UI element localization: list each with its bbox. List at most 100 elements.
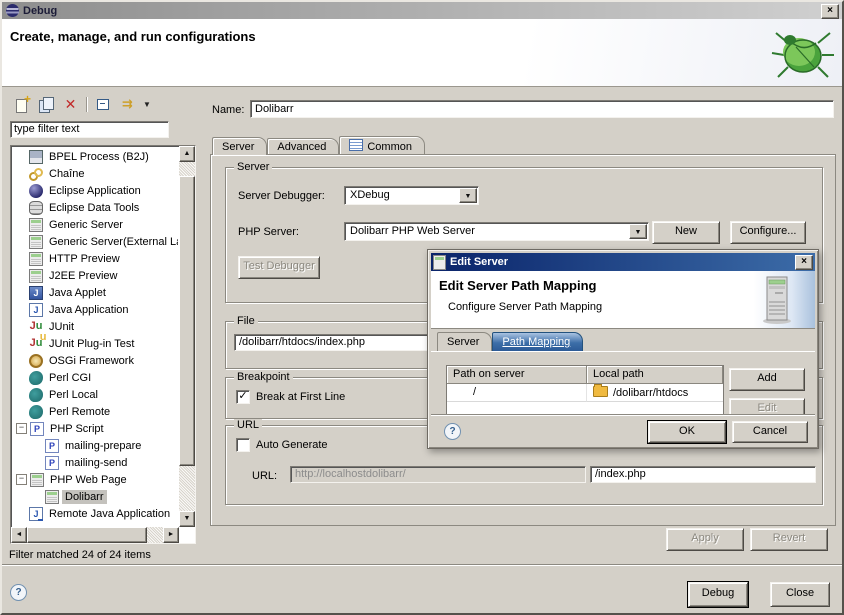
dialog-tab-path-mapping[interactable]: Path Mapping — [492, 332, 583, 351]
junit-plugin-icon — [29, 337, 43, 351]
tree-horizontal-scrollbar[interactable]: ◄ ► — [11, 527, 179, 543]
debug-configurations-window: Debug × Create, manage, and run configur… — [0, 0, 844, 615]
table-row[interactable]: / /dolibarr/htdocs — [447, 384, 723, 402]
dialog-subheading: Configure Server Path Mapping — [448, 301, 602, 313]
tree-item-junit-plug-in-test[interactable]: JUnit Plug-in Test — [12, 335, 178, 352]
scroll-right-icon[interactable]: ► — [163, 527, 179, 543]
tree-item-cha-ne[interactable]: Chaîne — [12, 165, 178, 182]
duplicate-configuration-icon[interactable] — [38, 96, 55, 113]
add-mapping-button[interactable]: Add — [729, 368, 805, 391]
tree-item-label: Eclipse Application — [46, 184, 144, 198]
cancel-button[interactable]: Cancel — [732, 421, 808, 443]
php-server-label: PHP Server: — [238, 226, 299, 238]
tree-item-http-preview[interactable]: HTTP Preview — [12, 250, 178, 267]
configuration-name-input[interactable]: Dolibarr — [250, 100, 834, 118]
tree-item-j2ee-preview[interactable]: J2EE Preview — [12, 267, 178, 284]
eclipse-logo-icon — [5, 3, 20, 18]
table-icon — [349, 139, 363, 151]
java-app-icon — [29, 303, 43, 317]
tab-common[interactable]: Common — [339, 136, 425, 155]
path-mapping-panel: Path on server Local path / /dolibarr/ht… — [431, 351, 815, 416]
tree-item-dolibarr[interactable]: Dolibarr — [12, 488, 178, 505]
tree-item-bpel-process-b2j[interactable]: BPEL Process (B2J) — [12, 148, 178, 165]
new-configuration-icon[interactable] — [14, 96, 31, 113]
tab-advanced[interactable]: Advanced — [267, 138, 339, 155]
tree-item-osgi-framework[interactable]: OSGi Framework — [12, 352, 178, 369]
ok-button[interactable]: OK — [648, 421, 726, 443]
collapse-expander-icon[interactable]: − — [16, 474, 27, 485]
dialog-titlebar[interactable]: Edit Server × — [431, 253, 815, 271]
filter-menu-caret-icon[interactable]: ▼ — [143, 96, 151, 113]
tree-item-perl-cgi[interactable]: Perl CGI — [12, 369, 178, 386]
page-title: Create, manage, and run configurations — [10, 29, 256, 44]
tree-item-php-script[interactable]: −PHP Script — [12, 420, 178, 437]
tree-item-generic-server-external-la[interactable]: Generic Server(External La — [12, 233, 178, 250]
window-close-icon[interactable]: × — [821, 4, 839, 19]
local-path-cell[interactable]: /dolibarr/htdocs — [587, 384, 723, 402]
perl-icon — [29, 405, 43, 419]
dialog-heading: Edit Server Path Mapping — [439, 278, 596, 293]
url-label: URL: — [252, 470, 277, 482]
column-header-local-path[interactable]: Local path — [587, 366, 723, 384]
dialog-help-icon[interactable]: ? — [444, 423, 461, 440]
server-icon — [29, 218, 43, 232]
url-path-input[interactable]: /index.php — [590, 466, 816, 483]
tree-item-java-applet[interactable]: Java Applet — [12, 284, 178, 301]
configure-server-button[interactable]: Configure... — [730, 221, 806, 244]
tree-item-php-web-page[interactable]: −PHP Web Page — [12, 471, 178, 488]
tree-item-label: JUnit Plug-in Test — [46, 337, 137, 351]
test-debugger-button[interactable]: Test Debugger — [238, 256, 320, 279]
scroll-up-icon[interactable]: ▲ — [179, 146, 195, 162]
type-filter-input[interactable]: type filter text — [10, 121, 169, 138]
server-path-cell[interactable]: / — [447, 384, 587, 402]
tree-item-label: BPEL Process (B2J) — [46, 150, 152, 164]
tree-vertical-scrollbar[interactable]: ▲ ▼ — [179, 146, 195, 527]
tree-item-label: Chaîne — [46, 167, 87, 181]
server-icon — [29, 235, 43, 249]
apply-button[interactable]: Apply — [666, 528, 744, 551]
tree-item-generic-server[interactable]: Generic Server — [12, 216, 178, 233]
column-header-path-on-server[interactable]: Path on server — [447, 366, 587, 384]
new-server-button[interactable]: New — [652, 221, 720, 244]
server-icon — [29, 252, 43, 266]
window-titlebar[interactable]: Debug × — [2, 2, 842, 19]
debug-button[interactable]: Debug — [688, 582, 748, 607]
tree-item-eclipse-data-tools[interactable]: Eclipse Data Tools — [12, 199, 178, 216]
tab-server[interactable]: Server — [212, 137, 267, 155]
tree-item-label: HTTP Preview — [46, 252, 123, 266]
break-at-first-line-checkbox[interactable]: ✓ — [236, 390, 250, 404]
dialog-close-icon[interactable]: × — [795, 255, 813, 270]
chevron-down-icon[interactable]: ▼ — [629, 224, 647, 239]
revert-button[interactable]: Revert — [750, 528, 828, 551]
vertical-scroll-thumb[interactable] — [179, 176, 195, 466]
collapse-expander-icon[interactable]: − — [16, 423, 27, 434]
php-server-select[interactable]: Dolibarr PHP Web Server▼ — [344, 222, 649, 241]
path-mapping-table[interactable]: Path on server Local path / /dolibarr/ht… — [446, 365, 724, 416]
tree-item-label: Generic Server(External La — [46, 235, 178, 249]
tree-item-mailing-send[interactable]: mailing-send — [12, 454, 178, 471]
break-at-first-line-label: Break at First Line — [256, 391, 345, 403]
tree-item-perl-local[interactable]: Perl Local — [12, 386, 178, 403]
url-group-label: URL — [234, 419, 262, 431]
folder-icon — [593, 386, 608, 397]
tree-item-junit[interactable]: JUnit — [12, 318, 178, 335]
dialog-tab-server[interactable]: Server — [437, 332, 492, 351]
scroll-left-icon[interactable]: ◄ — [11, 527, 27, 543]
scroll-down-icon[interactable]: ▼ — [179, 511, 195, 527]
tree-item-mailing-prepare[interactable]: mailing-prepare — [12, 437, 178, 454]
tree-item-java-application[interactable]: Java Application — [12, 301, 178, 318]
help-icon[interactable]: ? — [10, 584, 27, 601]
tree-item-perl-remote[interactable]: Perl Remote — [12, 403, 178, 420]
tree-item-eclipse-application[interactable]: Eclipse Application — [12, 182, 178, 199]
tree-item-remote-java-application[interactable]: Remote Java Application — [12, 505, 178, 522]
close-button[interactable]: Close — [770, 582, 830, 607]
filter-icon[interactable]: ⇉ — [119, 96, 136, 113]
tree-item-label: J2EE Preview — [46, 269, 120, 283]
horizontal-scroll-thumb[interactable] — [27, 527, 147, 543]
auto-generate-checkbox[interactable] — [236, 438, 250, 452]
dialog-header: Edit Server Path Mapping Configure Serve… — [431, 271, 815, 329]
chevron-down-icon[interactable]: ▼ — [459, 188, 477, 203]
collapse-all-icon[interactable] — [95, 96, 112, 113]
delete-configuration-icon[interactable]: ✕ — [62, 96, 79, 113]
server-debugger-select[interactable]: XDebug▼ — [344, 186, 479, 205]
